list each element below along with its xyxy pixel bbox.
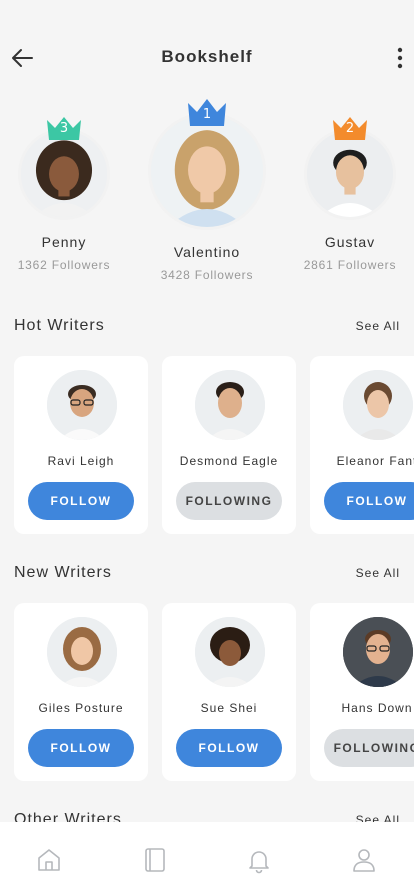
podium-name: Penny: [41, 234, 87, 250]
more-options-icon[interactable]: [392, 44, 408, 72]
writer-name: Ravi Leigh: [47, 454, 115, 468]
following-button[interactable]: FOLLOWING: [176, 482, 282, 520]
follow-button[interactable]: FOLLOW: [28, 729, 134, 767]
podium-rank-1[interactable]: 1 Valentino 3428 Followers: [144, 96, 270, 282]
rank-number: 1: [202, 107, 212, 122]
rank-number: 2: [345, 121, 355, 136]
rank-number: 3: [59, 121, 69, 136]
avatar: [47, 617, 117, 687]
avatar: [343, 617, 413, 687]
hot-writers-header: Hot Writers See All: [14, 317, 400, 341]
avatar: [47, 370, 117, 440]
podium-followers: 1362 Followers: [17, 258, 111, 272]
podium-followers: 2861 Followers: [303, 258, 397, 272]
writer-card[interactable]: Eleanor Fant FOLLOW: [310, 356, 414, 534]
bottom-navigation: [0, 822, 414, 896]
follow-button[interactable]: FOLLOW: [324, 482, 414, 520]
new-writers-header: New Writers See All: [14, 564, 400, 588]
podium-name: Gustav: [324, 234, 376, 250]
bell-icon[interactable]: [245, 846, 273, 874]
avatar: [195, 370, 265, 440]
see-all-link[interactable]: See All: [356, 566, 400, 580]
writer-name: Hans Down: [341, 701, 413, 715]
section-title: Hot Writers: [14, 317, 105, 334]
follow-button[interactable]: FOLLOW: [28, 482, 134, 520]
writer-name: Eleanor Fant: [336, 454, 414, 468]
home-icon[interactable]: [35, 846, 63, 874]
hot-writers-list[interactable]: Ravi Leigh FOLLOW Desmond Eagle FOLLOWIN…: [14, 356, 414, 534]
follow-button[interactable]: FOLLOW: [176, 729, 282, 767]
avatar: [195, 617, 265, 687]
user-icon[interactable]: [350, 846, 378, 874]
see-all-link[interactable]: See All: [356, 319, 400, 333]
avatar: [148, 112, 266, 230]
podium-rank-3[interactable]: 3 Penny 1362 Followers: [8, 114, 120, 272]
writer-card[interactable]: Giles Posture FOLLOW: [14, 603, 148, 781]
podium-name: Valentino: [173, 244, 241, 260]
following-button[interactable]: FOLLOWING: [324, 729, 414, 767]
new-writers-list[interactable]: Giles Posture FOLLOW Sue Shei FOLLOW Han…: [14, 603, 414, 781]
avatar: [343, 370, 413, 440]
section-title: New Writers: [14, 564, 112, 581]
podium-followers: 3428 Followers: [160, 268, 254, 282]
writer-card[interactable]: Ravi Leigh FOLLOW: [14, 356, 148, 534]
book-icon[interactable]: [141, 846, 169, 874]
writer-name: Giles Posture: [38, 701, 124, 715]
writer-card[interactable]: Hans Down FOLLOWING: [310, 603, 414, 781]
podium-rank-2[interactable]: 2 Gustav 2861 Followers: [294, 114, 406, 272]
writer-card[interactable]: Desmond Eagle FOLLOWING: [162, 356, 296, 534]
writer-name: Sue Shei: [200, 701, 258, 715]
writer-name: Desmond Eagle: [179, 454, 279, 468]
page-title: Bookshelf: [161, 47, 253, 66]
writer-card[interactable]: Sue Shei FOLLOW: [162, 603, 296, 781]
